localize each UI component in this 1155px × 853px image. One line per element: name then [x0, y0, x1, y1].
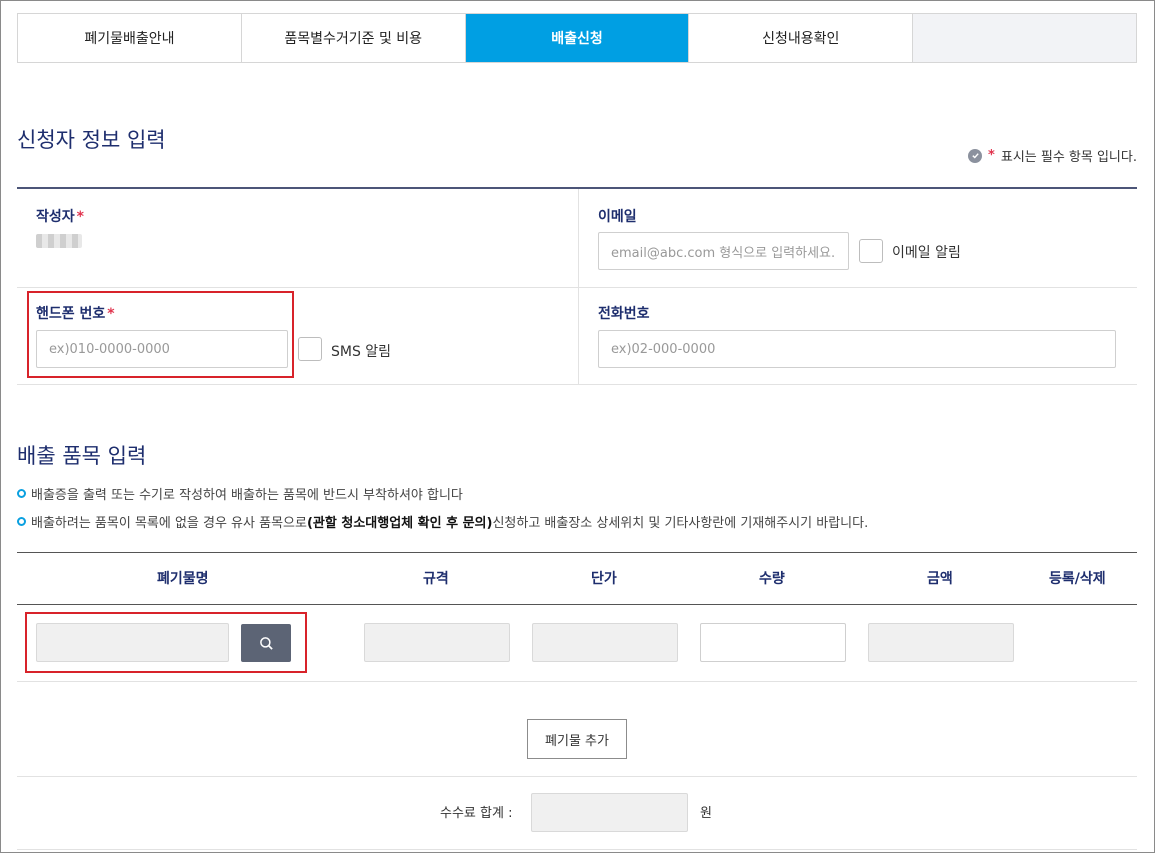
- sms-notify-checkbox[interactable]: [298, 337, 322, 361]
- col-unit-price: 단가: [591, 571, 617, 587]
- step-tabs: 폐기물배출안내 품목별수거기준 및 비용 배출신청 신청내용확인: [17, 13, 1137, 63]
- tab-application-check[interactable]: 신청내용확인: [689, 14, 914, 62]
- notice-bullet-2: 배출하려는 품목이 목록에 없을 경우 유사 품목으로 (관할 청소대행업체 확인…: [17, 512, 868, 531]
- row-divider: [17, 776, 1137, 777]
- tel-input[interactable]: ex)02-000-0000: [598, 330, 1116, 368]
- tab-item-criteria[interactable]: 품목별수거기준 및 비용: [241, 14, 466, 62]
- required-note: * 표시는 필수 항목 입니다.: [968, 146, 1137, 165]
- sms-notify-label: SMS 알림: [331, 344, 392, 360]
- tab-disposal-request[interactable]: 배출신청: [465, 14, 690, 62]
- author-value-masked: [36, 234, 82, 248]
- waste-search-button[interactable]: [241, 624, 291, 662]
- currency-label: 원: [700, 806, 712, 821]
- phone-input[interactable]: ex)010-0000-0000: [36, 330, 288, 368]
- col-waste-name: 폐기물명: [157, 571, 209, 587]
- tab-disposal-guide[interactable]: 폐기물배출안내: [18, 14, 242, 62]
- row-divider: [17, 384, 1137, 385]
- items-section-title: 배출 품목 입력: [17, 444, 147, 468]
- notice-bullet-1: 배출증을 출력 또는 수기로 작성하여 배출하는 품목에 반드시 부착하셔야 합…: [17, 484, 463, 503]
- email-notify-label: 이메일 알림: [892, 245, 961, 261]
- applicant-top-rule: [17, 187, 1137, 189]
- bullet-circle-icon: [17, 489, 26, 498]
- required-star: *: [988, 148, 995, 163]
- email-label: 이메일: [598, 209, 637, 225]
- email-notify-checkbox[interactable]: [859, 239, 883, 263]
- spec-input: [364, 623, 510, 662]
- amount-input: [868, 623, 1014, 662]
- phone-label: 핸드폰 번호 *: [36, 306, 115, 322]
- author-label: 작성자 *: [36, 209, 84, 225]
- column-divider: [578, 189, 579, 384]
- bullet-circle-icon: [17, 517, 26, 526]
- required-note-text: 표시는 필수 항목 입니다.: [1000, 150, 1137, 165]
- bottom-divider: [17, 849, 1137, 850]
- check-circle-icon: [968, 148, 983, 163]
- col-quantity: 수량: [759, 571, 785, 587]
- waste-name-input[interactable]: [36, 623, 229, 662]
- add-waste-button[interactable]: 폐기물 추가: [527, 719, 627, 759]
- unit-price-input: [532, 623, 678, 662]
- fee-total-label: 수수료 합계 :: [440, 806, 513, 821]
- tel-label: 전화번호: [598, 306, 650, 322]
- applicant-section-title: 신청자 정보 입력: [17, 128, 166, 152]
- table-header-rule: [17, 604, 1137, 605]
- search-icon: [259, 636, 273, 650]
- col-amount: 금액: [927, 571, 953, 587]
- email-input[interactable]: email@abc.com 형식으로 입력하세요.: [598, 232, 849, 270]
- col-register-delete: 등록/삭제: [1049, 571, 1106, 587]
- row-divider: [17, 681, 1137, 682]
- fee-total-input: [531, 793, 688, 832]
- row-divider: [17, 287, 1137, 288]
- tab-empty: [913, 14, 1136, 62]
- col-spec: 규격: [423, 571, 449, 587]
- table-top-rule: [17, 552, 1137, 553]
- quantity-input[interactable]: [700, 623, 846, 662]
